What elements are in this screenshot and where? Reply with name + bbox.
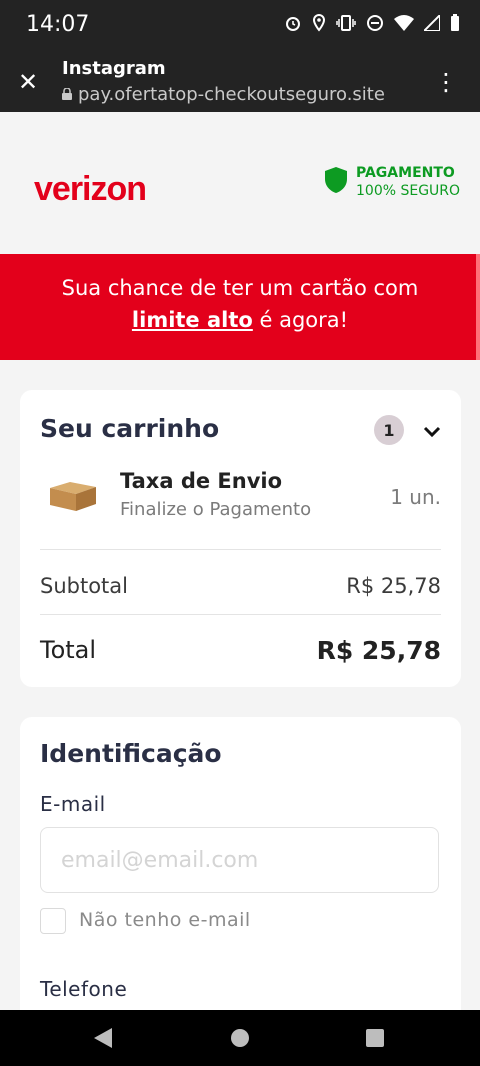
browser-toolbar: ✕ Instagram pay.ofertatop-checkoutseguro… bbox=[0, 48, 480, 112]
system-nav-bar bbox=[0, 1010, 480, 1066]
cart-title: Seu carrinho bbox=[40, 414, 220, 443]
status-bar: 14:07 bbox=[0, 0, 480, 48]
total-label: Total bbox=[40, 636, 97, 664]
promo-banner: Sua chance de ter um cartão com limite a… bbox=[0, 254, 480, 360]
location-icon bbox=[312, 13, 326, 36]
cart-divider-1 bbox=[40, 549, 441, 550]
back-icon[interactable] bbox=[94, 1028, 112, 1048]
cart-divider-2 bbox=[40, 614, 441, 615]
banner-edge-accent bbox=[476, 254, 480, 360]
identification-card: Identificação E-mail Não tenho e-mail Te… bbox=[20, 717, 461, 1047]
cart-count-badge: 1 bbox=[374, 415, 404, 445]
secure-payment-badge: PAGAMENTO 100% SEGURO bbox=[324, 164, 460, 200]
banner-highlight: limite alto bbox=[131, 308, 253, 332]
banner-line-1: Sua chance de ter um cartão com bbox=[61, 276, 419, 300]
more-vert-icon[interactable]: ⋮ bbox=[434, 68, 458, 96]
email-label: E-mail bbox=[40, 792, 106, 816]
alarm-icon bbox=[284, 14, 302, 36]
chevron-down-icon[interactable] bbox=[422, 420, 442, 444]
shield-check-icon bbox=[324, 166, 348, 198]
total-value: R$ 25,78 bbox=[316, 636, 441, 665]
product-quantity: 1 un. bbox=[390, 485, 441, 509]
status-time: 14:07 bbox=[26, 12, 90, 37]
subtotal-label: Subtotal bbox=[40, 574, 128, 598]
battery-icon bbox=[450, 14, 460, 36]
identification-title: Identificação bbox=[40, 739, 222, 768]
secure-line-2: 100% SEGURO bbox=[356, 183, 461, 199]
url-bar[interactable]: pay.ofertatop-checkoutseguro.site bbox=[62, 84, 385, 105]
product-name: Taxa de Envio bbox=[120, 469, 283, 493]
recent-apps-icon[interactable] bbox=[366, 1029, 384, 1047]
browser-title: Instagram bbox=[62, 58, 166, 79]
url-text: pay.ofertatop-checkoutseguro.site bbox=[78, 84, 385, 105]
no-email-checkbox[interactable] bbox=[40, 908, 66, 934]
banner-line-2: limite alto é agora! bbox=[0, 308, 480, 332]
phone-label: Telefone bbox=[40, 977, 128, 1001]
subtotal-value: R$ 25,78 bbox=[346, 574, 441, 598]
status-icons bbox=[284, 12, 460, 36]
wifi-icon bbox=[394, 15, 414, 35]
brand-logo: verizon bbox=[34, 170, 147, 208]
no-email-label: Não tenho e-mail bbox=[79, 909, 251, 931]
lock-icon bbox=[62, 84, 72, 105]
home-icon[interactable] bbox=[231, 1029, 249, 1047]
do-not-disturb-icon bbox=[366, 14, 384, 36]
product-subtitle: Finalize o Pagamento bbox=[120, 499, 312, 520]
secure-payment-text: PAGAMENTO 100% SEGURO bbox=[356, 164, 460, 200]
signal-icon bbox=[421, 12, 441, 35]
close-icon[interactable]: ✕ bbox=[18, 68, 38, 96]
vibrate-icon bbox=[336, 14, 356, 36]
banner-line-2-rest: é agora! bbox=[252, 308, 349, 332]
box-icon bbox=[48, 478, 98, 512]
site-header: verizon PAGAMENTO 100% SEGURO bbox=[0, 112, 480, 254]
email-field[interactable] bbox=[40, 827, 439, 893]
cart-card: Seu carrinho 1 Taxa de Envio Finalize o … bbox=[20, 390, 461, 687]
secure-line-1: PAGAMENTO bbox=[356, 165, 455, 181]
